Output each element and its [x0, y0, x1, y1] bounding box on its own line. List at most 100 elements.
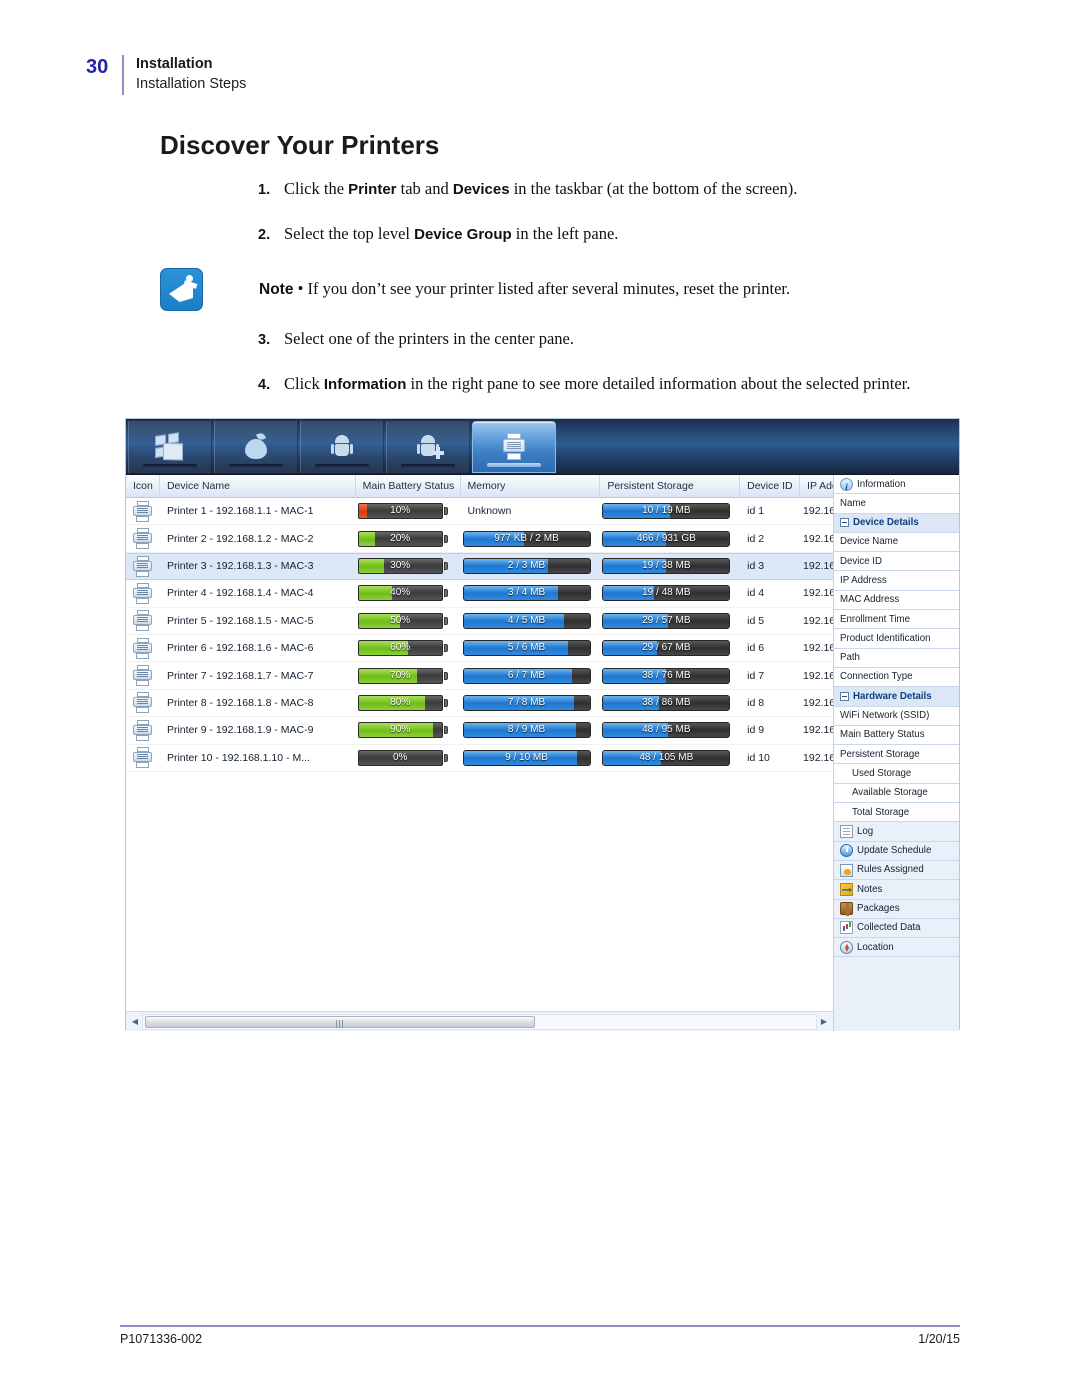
- windows-tab[interactable]: [128, 421, 212, 473]
- info-pane-item-device-details[interactable]: Device Details: [834, 513, 959, 533]
- info-pane-item-mac-address[interactable]: MAC Address: [834, 590, 959, 611]
- cell-persistent-storage: 29 / 67 MB: [600, 635, 740, 662]
- document-part-number: P1071336-002: [120, 1332, 203, 1346]
- apple-tab[interactable]: [214, 421, 298, 473]
- info-pane-item-packages[interactable]: Packages: [834, 900, 959, 919]
- printer-icon: [497, 432, 531, 462]
- cell-memory: 6 / 7 MB: [461, 662, 601, 689]
- device-manager-window: Icon Device Name Main Battery Status Mem…: [125, 418, 960, 1031]
- printer-tab[interactable]: [472, 421, 556, 473]
- table-row[interactable]: Printer 4 - 192.168.1.4 - MAC-4 40% 3 / 4 …: [126, 580, 833, 608]
- cell-ip-address: 192.168: [803, 587, 833, 600]
- table-row[interactable]: Printer 1 - 192.168.1.1 - MAC-1 10% Unknow…: [126, 498, 833, 526]
- info-pane-item-information[interactable]: Information: [834, 475, 959, 495]
- information-pane: Information Name Device Details Device Name…: [834, 475, 959, 1031]
- info-pane-item-connection-type[interactable]: Connection Type: [834, 667, 959, 688]
- column-header-icon[interactable]: Icon: [126, 474, 160, 498]
- cell-device-id: id 9: [747, 724, 765, 737]
- cell-device-id: id 1: [747, 505, 765, 518]
- column-header-device-id[interactable]: Device ID: [740, 474, 801, 498]
- horizontal-scrollbar[interactable]: ◀ ▶: [126, 1011, 833, 1031]
- column-header-main-battery-status[interactable]: Main Battery Status: [356, 474, 461, 498]
- row-printer-icon: [126, 662, 160, 689]
- table-row[interactable]: Printer 8 - 192.168.1.8 - MAC-8 80% 7 / 8 …: [126, 689, 833, 718]
- info-pane-item-main-battery-status[interactable]: Main Battery Status: [834, 725, 959, 746]
- cell-device-id: id 7: [747, 669, 765, 682]
- info-pane-item-device-id[interactable]: Device ID: [834, 552, 959, 572]
- row-printer-icon: [126, 525, 160, 552]
- scrollbar-thumb[interactable]: [145, 1015, 536, 1028]
- info-pane-item-log[interactable]: Log: [834, 822, 959, 842]
- info-pane-item-used-storage[interactable]: Used Storage: [834, 764, 959, 784]
- rules-icon: [840, 863, 853, 877]
- page-header: 30 Installation Installation Steps: [86, 55, 246, 95]
- table-row[interactable]: Printer 2 - 192.168.1.2 - MAC-2 20% 977 KB…: [126, 525, 833, 553]
- cell-device-name: Printer 5 - 192.168.1.5 - MAC-5: [166, 614, 314, 627]
- cell-memory: 977 KB / 2 MB: [461, 525, 601, 552]
- cell-memory: 7 / 8 MB: [461, 689, 601, 716]
- info-pane-item-available-storage[interactable]: Available Storage: [834, 783, 959, 804]
- step-number: 2.: [258, 227, 271, 243]
- info-pane-item-device-name[interactable]: Device Name: [834, 532, 959, 553]
- info-pane-item-hardware-details[interactable]: Hardware Details: [834, 687, 959, 707]
- info-pane-item-label: WiFi Network (SSID): [840, 710, 930, 722]
- cell-device-name: Printer 9 - 192.168.1.9 - MAC-9: [166, 724, 314, 737]
- info-pane-item-product-identification[interactable]: Product Identification: [834, 629, 959, 649]
- note-block: Note • If you don’t see your printer lis…: [160, 268, 960, 311]
- info-pane-item-total-storage[interactable]: Total Storage: [834, 803, 959, 823]
- info-pane-item-enrollment-time[interactable]: Enrollment Time: [834, 610, 959, 630]
- column-header-memory[interactable]: Memory: [461, 474, 601, 498]
- cell-main-battery-status: 10%: [356, 498, 461, 525]
- page-title: Discover Your Printers: [160, 130, 440, 160]
- cell-device-id: id 8: [747, 696, 765, 709]
- cell-main-battery-status: 80%: [356, 689, 461, 716]
- step-item: 3. Select one of the printers in the cen…: [258, 328, 958, 351]
- info-pane-item-ip-address[interactable]: IP Address: [834, 571, 959, 591]
- row-printer-icon: [126, 553, 160, 580]
- info-pane-item-name[interactable]: Name: [834, 494, 959, 514]
- column-header-device-name[interactable]: Device Name: [160, 474, 356, 498]
- column-header-ip-address[interactable]: IP Addr: [800, 475, 833, 498]
- table-row[interactable]: Printer 9 - 192.168.1.9 - MAC-9 90% 8 / 9 …: [126, 717, 833, 745]
- cell-ip-address: 192.168: [803, 724, 833, 737]
- update-icon: [840, 844, 853, 858]
- info-pane-item-update-schedule[interactable]: Update Schedule: [834, 842, 959, 861]
- step-number: 4.: [258, 377, 271, 393]
- row-printer-icon: [126, 498, 160, 525]
- table-row[interactable]: Printer 3 - 192.168.1.3 - MAC-3 30% 2 / 3 …: [126, 552, 833, 581]
- table-row[interactable]: Printer 10 - 192.168.1.10 - M... 0% 9 / 10…: [126, 745, 833, 772]
- row-printer-icon: [126, 717, 160, 744]
- chart-icon: [840, 921, 853, 935]
- info-pane-item-label: Update Schedule: [857, 845, 932, 857]
- collapse-icon[interactable]: [840, 518, 849, 528]
- table-row[interactable]: Printer 5 - 192.168.1.5 - MAC-5 50% 4 / 5 …: [126, 608, 833, 635]
- note-text: Note • If you don’t see your printer lis…: [259, 279, 791, 298]
- step-text: Click Information in the right pane to s…: [284, 374, 911, 393]
- info-pane-item-path[interactable]: Path: [834, 648, 959, 668]
- cell-persistent-storage: 29 / 57 MB: [600, 607, 740, 634]
- column-header-persistent-storage[interactable]: Persistent Storage: [600, 474, 741, 498]
- android-tab[interactable]: [300, 421, 384, 473]
- step-number: 1.: [258, 182, 271, 198]
- cell-ip-address: 192.168: [803, 560, 833, 573]
- scroll-left-arrow[interactable]: ◀: [128, 1014, 142, 1030]
- scroll-right-arrow[interactable]: ▶: [817, 1014, 831, 1030]
- cell-device-name: Printer 4 - 192.168.1.4 - MAC-4: [166, 587, 314, 600]
- cell-device-name: Printer 7 - 192.168.1.7 - MAC-7: [166, 669, 314, 682]
- info-pane-item-persistent-storage[interactable]: Persistent Storage: [834, 745, 959, 765]
- scrollbar-track[interactable]: [142, 1013, 817, 1030]
- info-pane-item-rules-assigned[interactable]: Rules Assigned: [834, 861, 959, 881]
- android-plus-tab[interactable]: [386, 421, 470, 473]
- info-pane-item-wifi-network-ssid[interactable]: WiFi Network (SSID): [834, 706, 959, 726]
- info-pane-item-location[interactable]: Location: [834, 938, 959, 958]
- android-plus-icon: [411, 432, 445, 462]
- collapse-icon[interactable]: [840, 691, 849, 701]
- info-pane-item-notes[interactable]: Notes: [834, 880, 959, 900]
- cell-memory: 8 / 9 MB: [461, 717, 601, 744]
- table-row[interactable]: Printer 7 - 192.168.1.7 - MAC-7 70% 6 / 7 …: [126, 662, 833, 690]
- info-pane-item-collected-data[interactable]: Collected Data: [834, 919, 959, 939]
- cell-device-name: Printer 3 - 192.168.1.3 - MAC-3: [166, 560, 314, 573]
- device-list-pane: Icon Device Name Main Battery Status Mem…: [126, 474, 834, 1031]
- step-item: 2. Select the top level Device Group in …: [258, 223, 958, 246]
- table-row[interactable]: Printer 6 - 192.168.1.6 - MAC-6 60% 5 / 6 …: [126, 635, 833, 663]
